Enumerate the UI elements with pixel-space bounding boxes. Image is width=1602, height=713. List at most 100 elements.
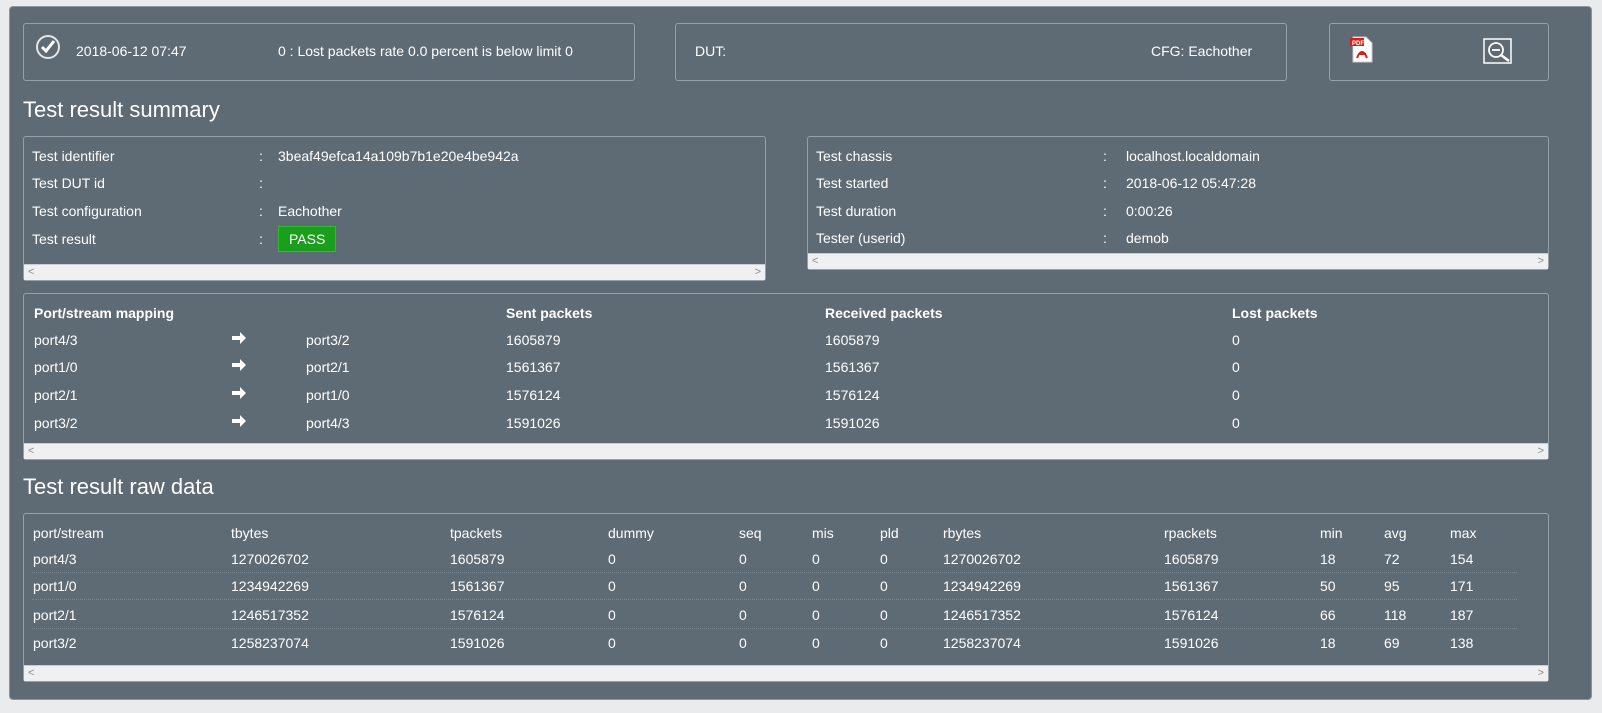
kv-value: demob [1126, 230, 1169, 246]
raw-cell: 0 [739, 578, 747, 594]
raw-column-header: rpackets [1164, 525, 1217, 541]
mapping-source-cell: port1/0 [34, 359, 78, 375]
raw-cell: 0 [608, 607, 616, 623]
raw-cell: 171 [1450, 578, 1474, 594]
raw-column-header: port/stream [33, 525, 104, 541]
kv-key: Test configuration [32, 203, 142, 219]
raw-cell: 1591026 [1164, 635, 1219, 651]
kv-row-tester: Tester (userid) : demob [816, 230, 1516, 250]
raw-cell: 50 [1320, 578, 1336, 594]
check-circle-icon [36, 35, 60, 59]
raw-cell: 118 [1384, 607, 1407, 623]
raw-cell: 0 [880, 607, 888, 623]
raw-cell: 1270026702 [231, 551, 309, 567]
kv-row-started: Test started : 2018-06-12 05:47:28 [816, 175, 1516, 195]
received-header: Received packets [825, 305, 943, 321]
raw-cell: 1591026 [450, 635, 505, 651]
zoom-out-icon[interactable] [1483, 37, 1513, 65]
raw-cell: 1246517352 [231, 607, 309, 623]
raw-data-title: Test result raw data [23, 474, 214, 499]
kv-separator: : [259, 203, 263, 219]
right-arrow-icon [231, 358, 247, 375]
kv-separator: : [259, 231, 263, 247]
raw-cell: 0 [739, 607, 747, 623]
kv-row-duration: Test duration : 0:00:26 [816, 203, 1516, 223]
raw-cell: port4/3 [33, 551, 77, 567]
kv-separator: : [1103, 230, 1107, 246]
scroll-left-arrow[interactable]: < [812, 254, 818, 269]
raw-cell: 69 [1384, 635, 1400, 651]
raw-cell: port3/2 [33, 635, 77, 651]
mapping-header: Port/stream mapping [34, 305, 175, 321]
raw-cell: 0 [608, 635, 616, 651]
kv-key: Test identifier [32, 148, 115, 164]
raw-cell: 1576124 [450, 607, 505, 623]
kv-row-result: Test result : PASS [32, 226, 732, 252]
lost-packets-cell: 0 [1232, 415, 1240, 431]
dut-label: DUT: [695, 43, 727, 59]
raw-column-header: mis [812, 525, 834, 541]
raw-column-header: avg [1384, 525, 1407, 541]
row-separator [32, 572, 1517, 573]
raw-cell: 18 [1320, 635, 1336, 651]
summary-right-scrollbar[interactable]: < > [808, 253, 1548, 269]
mapping-destination-cell: port2/1 [306, 359, 350, 375]
mapping-scrollbar[interactable]: < > [24, 443, 1548, 459]
lost-packets-cell: 0 [1232, 332, 1240, 348]
pdf-icon[interactable]: PDF [1350, 34, 1374, 64]
sent-packets-cell: 1605879 [506, 332, 561, 348]
scroll-left-arrow[interactable]: < [28, 265, 34, 280]
lost-packets-cell: 0 [1232, 387, 1240, 403]
received-packets-cell: 1605879 [825, 332, 880, 348]
raw-column-header: min [1320, 525, 1343, 541]
scroll-left-arrow[interactable]: < [28, 444, 34, 459]
row-separator [32, 599, 1517, 600]
mapping-table-box: Port/stream mapping Sent packets Receive… [23, 293, 1549, 460]
kv-value: localhost.localdomain [1126, 148, 1260, 164]
raw-cell: 0 [812, 635, 820, 651]
scroll-right-arrow[interactable]: > [1538, 254, 1544, 269]
kv-row-dut-id: Test DUT id : [32, 175, 732, 195]
raw-cell: 1270026702 [943, 551, 1021, 567]
actions-box: PDF [1329, 23, 1549, 81]
raw-cell: 1605879 [1164, 551, 1219, 567]
raw-cell: 0 [812, 578, 820, 594]
raw-cell: 1576124 [1164, 607, 1219, 623]
kv-separator: : [259, 175, 263, 191]
scroll-right-arrow[interactable]: > [1538, 666, 1544, 681]
scroll-right-arrow[interactable]: > [755, 265, 761, 280]
kv-separator: : [1103, 148, 1107, 164]
mapping-table: Port/stream mapping Sent packets Receive… [24, 294, 1550, 444]
sent-packets-cell: 1591026 [506, 415, 561, 431]
raw-cell: 1605879 [450, 551, 505, 567]
raw-column-header: pld [880, 525, 899, 541]
raw-cell: port2/1 [33, 607, 77, 623]
raw-cell: 1258237074 [231, 635, 309, 651]
summary-left-scrollbar[interactable]: < > [24, 264, 765, 280]
kv-key: Test duration [816, 203, 897, 219]
raw-cell: port1/0 [33, 578, 77, 594]
raw-column-header: seq [739, 525, 762, 541]
kv-separator: : [1103, 203, 1107, 219]
raw-scrollbar[interactable]: < > [24, 665, 1548, 681]
kv-key: Test DUT id [32, 175, 105, 191]
kv-separator: : [259, 148, 263, 164]
scroll-right-arrow[interactable]: > [1538, 444, 1544, 459]
raw-cell: 95 [1384, 578, 1400, 594]
sent-packets-cell: 1576124 [506, 387, 561, 403]
scroll-left-arrow[interactable]: < [28, 666, 34, 681]
raw-cell: 187 [1450, 607, 1474, 623]
raw-table: port/stream tbytes tpackets dummy seq mis pld r… [24, 514, 1550, 666]
received-packets-cell: 1591026 [825, 415, 880, 431]
status-message: 0 : Lost packets rate 0.0 percent is bel… [278, 43, 573, 59]
raw-cell: 1561367 [450, 578, 505, 594]
mapping-destination-cell: port3/2 [306, 332, 350, 348]
status-badge: PASS [278, 226, 337, 252]
raw-cell: 72 [1384, 551, 1400, 567]
summary-left-box: Test identifier : 3beaf49efca14a109b7b1e… [23, 136, 766, 281]
raw-cell: 1561367 [1164, 578, 1219, 594]
svg-text:PDF: PDF [1352, 41, 1364, 47]
received-packets-cell: 1561367 [825, 359, 880, 375]
kv-separator: : [1103, 175, 1107, 191]
kv-key: Tester (userid) [816, 230, 906, 246]
